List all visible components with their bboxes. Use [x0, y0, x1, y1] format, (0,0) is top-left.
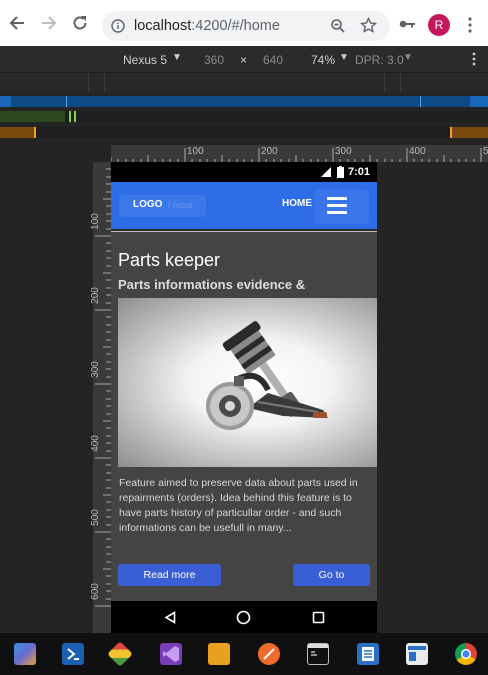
ruler-v-label: 100	[89, 213, 101, 230]
zoom-dropdown-caret[interactable]: ▼	[339, 52, 349, 63]
status-time: 7:01	[347, 166, 370, 178]
browser-toolbar: localhost:4200/#/home R	[0, 0, 488, 46]
card-image	[118, 298, 377, 467]
git-extensions-icon[interactable]	[107, 641, 133, 667]
battery-icon	[337, 166, 344, 178]
logo-ghost-text: l more	[168, 200, 194, 210]
android-nav-bar	[111, 601, 377, 633]
word-document-icon[interactable]	[357, 643, 379, 665]
dpr-select[interactable]: DPR: 3.0	[355, 53, 404, 67]
zoom-icon[interactable]	[330, 18, 346, 34]
url-host: localhost	[134, 18, 192, 34]
read-more-button[interactable]: Read more	[118, 564, 221, 586]
hamburger-menu-button[interactable]	[315, 190, 369, 224]
ruler-h-label: 400	[409, 146, 426, 157]
reload-icon[interactable]	[68, 11, 92, 35]
ruler-v-label: 600	[89, 583, 101, 600]
go-to-button[interactable]: Go to	[293, 564, 370, 586]
card-description: Feature aimed to preserve data about par…	[119, 477, 358, 534]
vertical-ruler: 100 200 300 400 500 600	[89, 162, 111, 633]
feather-app-icon[interactable]	[258, 643, 280, 665]
viewport-width[interactable]: 360	[204, 53, 224, 67]
dpr-dropdown-caret[interactable]: ▼	[403, 52, 413, 63]
url-path: :4200/#/home	[191, 18, 280, 34]
ruler-h-label: 100	[187, 146, 204, 157]
powershell-icon[interactable]	[62, 643, 84, 665]
card-title: Parts keeper	[118, 250, 221, 270]
ruler-h-label: 200	[261, 146, 278, 157]
min-max-query-bar[interactable]	[0, 111, 488, 122]
viewport-height[interactable]: 640	[263, 53, 283, 67]
logo-link[interactable]: LOGO l more	[119, 195, 206, 217]
chrome-icon[interactable]	[455, 643, 477, 665]
visual-studio-icon[interactable]	[160, 643, 182, 665]
device-viewport: 7:01 LOGO l more HOME Parts keeper Parts…	[111, 162, 377, 633]
forward-arrow-icon[interactable]	[37, 11, 61, 35]
nav-home-icon[interactable]	[236, 610, 251, 625]
command-prompt-icon[interactable]	[307, 643, 329, 665]
window-app-icon[interactable]	[406, 643, 428, 665]
card-subtitle: Parts informations evidence &	[118, 277, 306, 292]
feature-card: Parts keeper Parts informations evidence…	[111, 232, 377, 633]
windows-taskbar	[0, 633, 488, 675]
horizontal-ruler: 100 200 300 400 5	[111, 145, 488, 162]
nav-home-link[interactable]: HOME	[282, 198, 312, 209]
min-width-query-bar[interactable]	[0, 127, 488, 138]
info-icon[interactable]	[111, 19, 125, 33]
device-more-icon[interactable]	[472, 52, 476, 66]
device-toolbar: Nexus 5 ▼ 360 × 640 74% ▼ DPR: 3.0 ▼	[0, 46, 488, 72]
ruler-v-label: 300	[89, 361, 101, 378]
signal-icon	[321, 167, 331, 177]
suspension-part-illustration	[206, 321, 328, 430]
device-dropdown-caret[interactable]: ▼	[172, 52, 182, 63]
back-arrow-icon[interactable]	[5, 11, 29, 35]
max-width-query-bar[interactable]	[0, 96, 488, 107]
ruler-v-label: 200	[89, 287, 101, 304]
bookmark-star-icon[interactable]	[360, 17, 377, 34]
nav-back-icon[interactable]	[164, 611, 176, 624]
ruler-h-label: 5	[483, 146, 488, 157]
azure-data-studio-icon[interactable]	[14, 643, 36, 665]
dimension-separator: ×	[240, 53, 248, 67]
kebab-menu-icon[interactable]	[468, 17, 472, 33]
key-icon[interactable]	[399, 19, 416, 29]
hamburger-line	[327, 197, 347, 200]
media-query-area	[0, 72, 488, 93]
ruler-v-label: 400	[89, 435, 101, 452]
app-navbar: LOGO l more HOME	[111, 182, 377, 229]
hamburger-line	[327, 211, 347, 214]
zoom-select[interactable]: 74%	[311, 53, 335, 67]
address-url: localhost:4200/#/home	[134, 18, 280, 34]
hamburger-line	[327, 204, 347, 207]
logo-text: LOGO	[133, 199, 163, 210]
database-tool-icon[interactable]	[208, 643, 230, 665]
profile-avatar[interactable]: R	[428, 14, 450, 36]
phone-status-bar: 7:01	[111, 162, 377, 182]
ruler-h-label: 300	[335, 146, 352, 157]
device-select[interactable]: Nexus 5	[123, 53, 167, 67]
ruler-v-label: 500	[89, 509, 101, 526]
nav-recents-icon[interactable]	[312, 611, 325, 624]
address-bar[interactable]: localhost:4200/#/home	[102, 11, 390, 41]
